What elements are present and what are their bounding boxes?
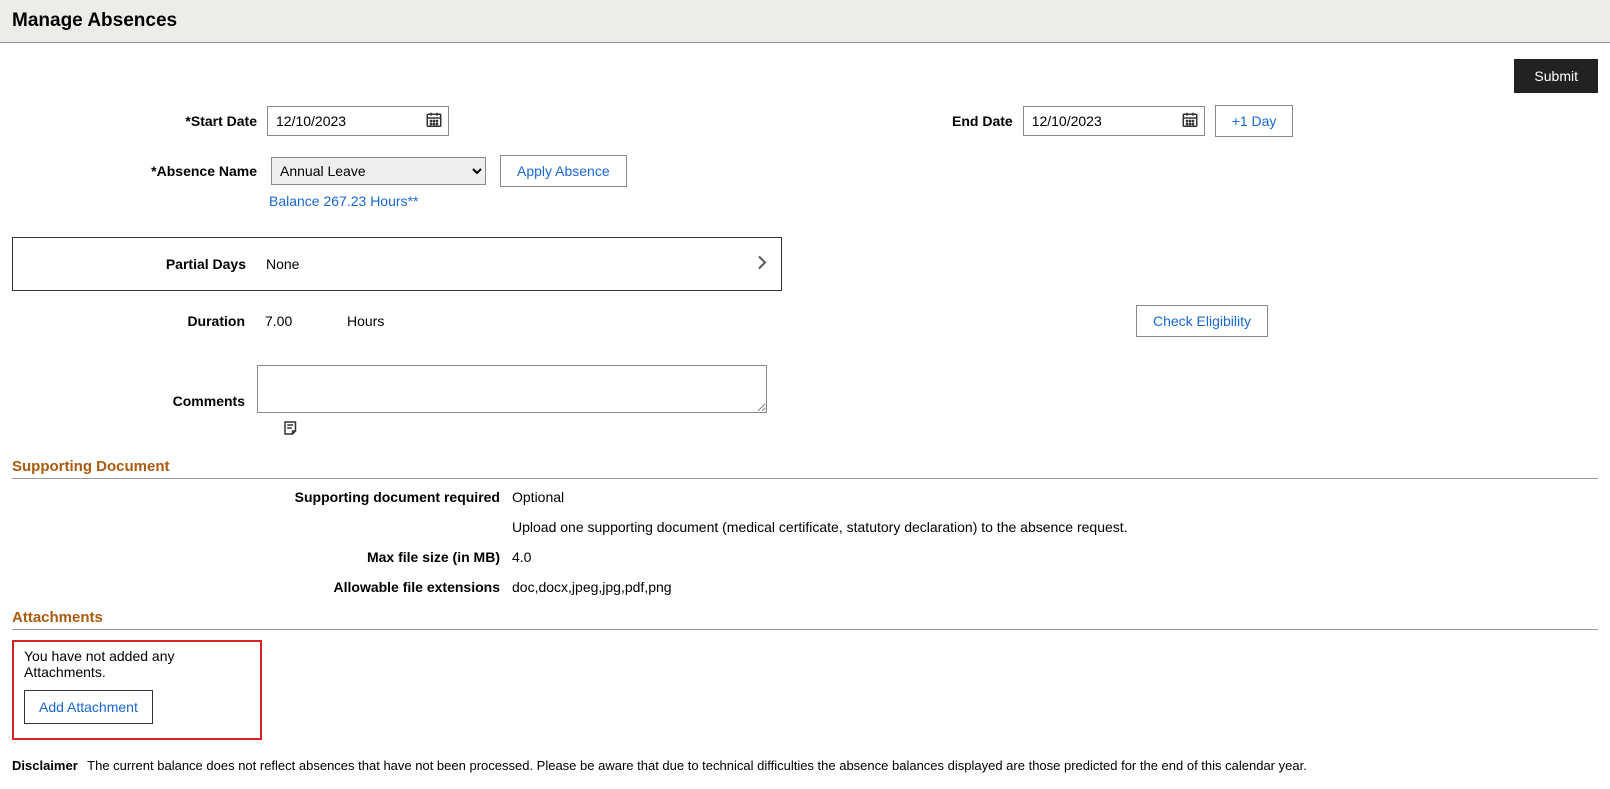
submit-row: Submit xyxy=(12,59,1598,93)
disclaimer-text: The current balance does not reflect abs… xyxy=(87,758,1307,773)
comments-input[interactable] xyxy=(257,365,767,413)
duration-label: Duration xyxy=(12,313,257,329)
header-bar: Manage Absences xyxy=(0,0,1610,43)
partial-days-panel[interactable]: Partial Days None xyxy=(12,237,782,291)
comments-row: Comments xyxy=(12,365,1598,413)
ext-label: Allowable file extensions xyxy=(12,579,512,595)
start-date-label: *Start Date xyxy=(12,113,257,129)
attachments-highlight-box: You have not added any Attachments. Add … xyxy=(12,640,262,740)
absence-name-label: *Absence Name xyxy=(12,163,257,179)
disclaimer-row: Disclaimer The current balance does not … xyxy=(12,758,1598,773)
add-attachment-button[interactable]: Add Attachment xyxy=(24,690,153,724)
max-size-value: 4.0 xyxy=(512,549,1598,565)
start-date-input-wrap xyxy=(267,106,449,136)
supporting-hint-row: Upload one supporting document (medical … xyxy=(12,519,1598,535)
plus-one-day-button[interactable]: +1 Day xyxy=(1215,105,1294,137)
date-row: *Start Date End Date xyxy=(12,105,1598,137)
absence-name-row: *Absence Name Annual Leave Apply Absence xyxy=(12,155,1598,187)
partial-days-value: None xyxy=(258,256,781,272)
content-area: Submit *Start Date End Date xyxy=(0,43,1610,789)
balance-row: Balance 267.23 Hours** xyxy=(269,193,1598,209)
start-date-block: *Start Date xyxy=(12,106,622,136)
ext-row: Allowable file extensions doc,docx,jpeg,… xyxy=(12,579,1598,595)
partial-days-label: Partial Days xyxy=(13,256,258,272)
end-date-block: End Date +1 Day xyxy=(952,105,1293,137)
end-date-label: End Date xyxy=(952,113,1013,129)
chevron-right-icon xyxy=(757,256,767,273)
apply-absence-button[interactable]: Apply Absence xyxy=(500,155,627,187)
note-icon[interactable] xyxy=(282,424,300,440)
absence-name-select[interactable]: Annual Leave xyxy=(271,157,486,185)
supporting-document-header: Supporting Document xyxy=(12,458,1598,479)
comments-label: Comments xyxy=(12,393,257,413)
end-date-input[interactable] xyxy=(1023,106,1205,136)
attachments-header: Attachments xyxy=(12,609,1598,630)
supporting-required-label: Supporting document required xyxy=(12,489,512,505)
max-size-label: Max file size (in MB) xyxy=(12,549,512,565)
duration-unit: Hours xyxy=(347,313,384,329)
end-date-input-wrap xyxy=(1023,106,1205,136)
ext-value: doc,docx,jpeg,jpg,pdf,png xyxy=(512,579,1598,595)
max-size-row: Max file size (in MB) 4.0 xyxy=(12,549,1598,565)
partial-days-row: Partial Days None xyxy=(13,238,781,290)
submit-button[interactable]: Submit xyxy=(1514,59,1598,93)
attachments-empty-msg: You have not added any Attachments. xyxy=(24,648,250,680)
duration-row: Duration 7.00 Hours Check Eligibility xyxy=(12,305,1598,337)
supporting-hint: Upload one supporting document (medical … xyxy=(512,519,1598,535)
start-date-input[interactable] xyxy=(267,106,449,136)
check-eligibility-button[interactable]: Check Eligibility xyxy=(1136,305,1268,337)
page-title: Manage Absences xyxy=(12,10,177,31)
supporting-required-row: Supporting document required Optional xyxy=(12,489,1598,505)
disclaimer-label: Disclaimer xyxy=(12,758,78,773)
balance-link[interactable]: Balance 267.23 Hours** xyxy=(269,193,418,209)
supporting-required-value: Optional xyxy=(512,489,1598,505)
comments-icon-row xyxy=(282,419,1598,440)
duration-value: 7.00 xyxy=(257,313,347,329)
